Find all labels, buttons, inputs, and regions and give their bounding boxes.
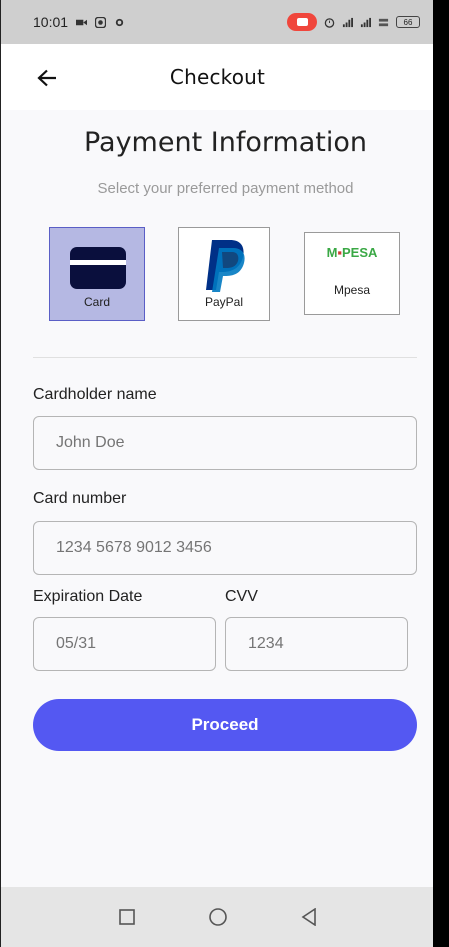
payment-method-label: Mpesa — [333, 283, 371, 297]
status-time: 10:01 — [33, 14, 69, 30]
payment-method-mpesa[interactable]: M▪PESA Mpesa — [304, 232, 400, 315]
credit-card-icon — [70, 247, 126, 289]
payment-subheading: Select your preferred payment method — [97, 180, 354, 197]
expiration-date-label: Expiration Date — [33, 588, 143, 605]
cvv-label: CVV — [225, 588, 258, 605]
status-bar: 10:01 66 — [1, 0, 433, 44]
circle-icon — [208, 908, 227, 926]
payment-method-card[interactable]: Card — [49, 227, 145, 321]
divider — [33, 357, 417, 358]
settings-icon — [115, 18, 124, 26]
payment-method-paypal[interactable]: PayPal — [178, 227, 270, 321]
back-nav-button[interactable] — [297, 905, 321, 929]
back-button[interactable] — [35, 66, 59, 90]
phone-screen: 10:01 66 Checkout Payment Information Se… — [0, 0, 433, 947]
expiration-date-input[interactable] — [33, 617, 216, 671]
cardholder-name-input[interactable] — [33, 416, 417, 470]
video-icon — [76, 19, 88, 25]
signal-icon-2 — [360, 17, 371, 27]
page-title: Checkout — [169, 65, 266, 89]
screen-record-icon — [287, 13, 317, 31]
paypal-logo — [206, 240, 245, 292]
cvv-input[interactable] — [225, 617, 408, 671]
triangle-back-icon — [301, 908, 316, 926]
signal-icon — [342, 17, 353, 27]
proceed-button[interactable]: Proceed — [33, 699, 417, 751]
cardholder-label: Cardholder name — [33, 386, 157, 403]
recents-button[interactable] — [115, 905, 139, 929]
record-icon — [95, 16, 107, 28]
payment-method-label: Card — [83, 295, 110, 309]
payment-heading: Payment Information — [83, 127, 368, 158]
card-number-label: Card number — [33, 490, 127, 507]
app-bar: Checkout — [1, 44, 433, 110]
alarm-icon — [324, 17, 335, 28]
square-icon — [118, 909, 135, 925]
payment-method-label: PayPal — [204, 295, 244, 309]
arrow-left-icon — [37, 69, 56, 87]
home-button[interactable] — [206, 905, 230, 929]
mpesa-logo: M▪PESA — [326, 245, 378, 260]
system-nav-bar — [1, 887, 433, 947]
data-speed-icon — [378, 18, 389, 26]
card-number-input[interactable] — [33, 521, 417, 575]
battery-icon: 66 — [396, 16, 420, 28]
